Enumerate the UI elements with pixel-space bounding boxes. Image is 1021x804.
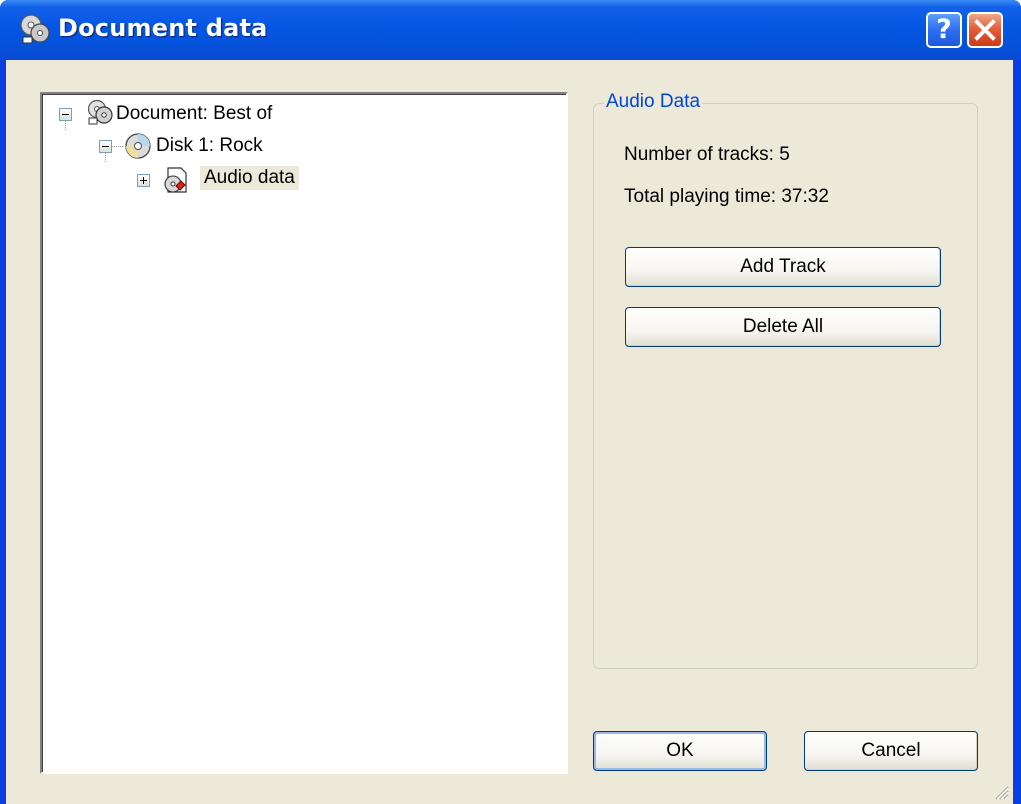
total-playing-time-text: Total playing time: 37:32 — [624, 186, 829, 207]
expand-toggle[interactable] — [137, 174, 150, 187]
tree-node-audio-data[interactable]: Audio data — [200, 166, 299, 190]
document-tree-view[interactable]: Document: Best of Disk 1: Rock Audio dat… — [40, 92, 568, 774]
close-button[interactable] — [967, 12, 1003, 48]
tree-connector — [105, 152, 106, 162]
cancel-button[interactable]: Cancel — [804, 731, 978, 771]
help-button[interactable]: ? — [926, 12, 962, 48]
resize-grip-icon[interactable] — [991, 782, 1009, 800]
collapse-toggle[interactable] — [99, 140, 112, 153]
collapse-toggle[interactable] — [59, 108, 72, 121]
tree-connector — [65, 120, 66, 130]
title-bar[interactable]: Document data ? — [0, 0, 1021, 60]
tree-node-document[interactable]: Document: Best of — [116, 102, 272, 126]
tree-connector — [111, 146, 123, 147]
audio-data-icon — [164, 167, 187, 193]
document-data-dialog: Document data ? Document: Best of Disk 1… — [0, 0, 1021, 804]
document-cds-icon — [87, 99, 113, 125]
add-track-button[interactable]: Add Track — [625, 247, 941, 287]
document-cds-icon — [20, 14, 50, 44]
groupbox-legend: Audio Data — [604, 91, 703, 113]
cd-disc-icon — [125, 133, 151, 159]
dialog-client-area: Document: Best of Disk 1: Rock Audio dat… — [6, 60, 1013, 804]
delete-all-button[interactable]: Delete All — [625, 307, 941, 347]
help-icon: ? — [936, 14, 952, 45]
window-title: Document data — [58, 14, 268, 42]
number-of-tracks-text: Number of tracks: 5 — [624, 144, 790, 165]
tree-node-disk[interactable]: Disk 1: Rock — [156, 134, 263, 158]
close-icon — [974, 19, 996, 41]
ok-button[interactable]: OK — [593, 731, 767, 771]
